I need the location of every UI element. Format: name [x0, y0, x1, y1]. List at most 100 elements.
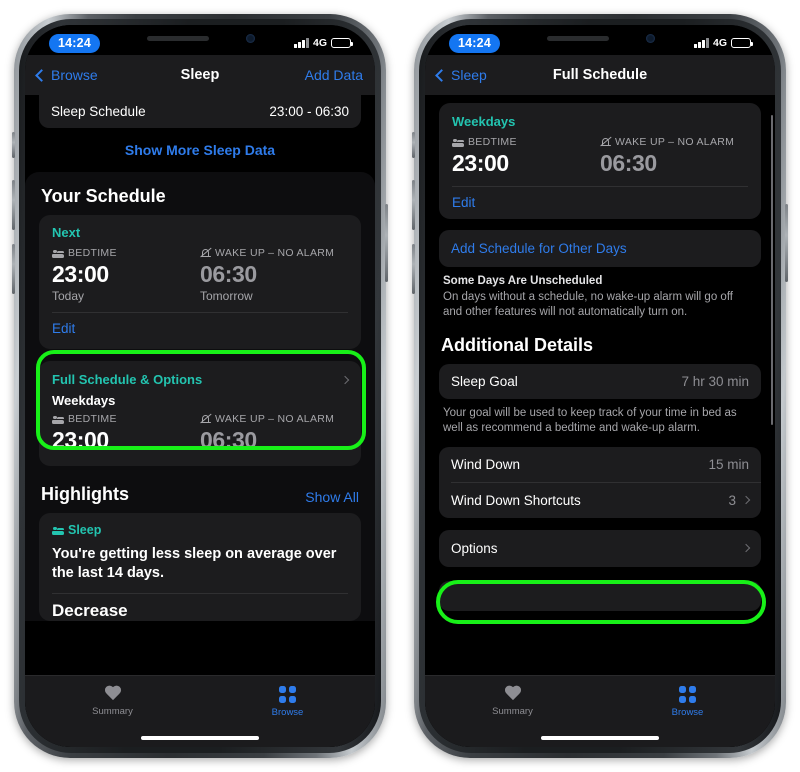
bedtime-caption-row: BEDTIME: [52, 247, 200, 259]
highlight-card[interactable]: Sleep You're getting less sleep on avera…: [39, 513, 361, 622]
fs-bedtime-caption-row: BEDTIME: [52, 413, 200, 425]
wake-sub: Tomorrow: [200, 289, 253, 303]
options-card[interactable]: Options: [439, 529, 761, 567]
home-indicator[interactable]: [141, 735, 259, 740]
back-button-label: Browse: [51, 67, 98, 83]
grid-icon: [279, 686, 296, 703]
wd-bedtime-column: BEDTIME 23:00: [452, 136, 600, 177]
sleep-goal-row[interactable]: Sleep Goal 7 hr 30 min: [439, 364, 761, 399]
add-schedule-card[interactable]: Add Schedule for Other Days: [439, 230, 761, 267]
tab-browse[interactable]: Browse: [600, 686, 775, 718]
chevron-right-icon: [340, 375, 350, 384]
highlight-tag: Sleep: [52, 523, 348, 537]
wd-wake-caption-row: WAKE UP – NO ALARM: [600, 136, 748, 148]
tab-summary-label: Summary: [492, 706, 533, 717]
status-time: 14:24: [449, 33, 500, 53]
unscheduled-note-heading: Some Days Are Unscheduled: [443, 275, 603, 287]
full-schedule-options-card[interactable]: Full Schedule & Options Weekdays BEDTIME: [39, 361, 361, 466]
mute-switch[interactable]: [12, 132, 15, 158]
battery-icon: [731, 37, 753, 49]
notch: [517, 25, 683, 53]
volume-up-button[interactable]: [12, 180, 15, 230]
right-scroll-content[interactable]: Weekdays BEDTIME 23:00 WAKE UP – NO ALAR…: [425, 95, 775, 747]
next-schedule-card[interactable]: Next BEDTIME 23:00 Today WAKE UP – NO AL…: [39, 215, 361, 349]
sleep-schedule-value: 23:00 - 06:30: [269, 104, 349, 119]
left-scroll-content[interactable]: Sleep Schedule 23:00 - 06:30 Show More S…: [25, 95, 375, 747]
next-wake-column: WAKE UP – NO ALARM 06:30 Tomorrow: [200, 247, 348, 303]
fs-wake-caption: WAKE UP – NO ALARM: [215, 413, 335, 425]
bed-icon: [52, 526, 64, 535]
weekdays-times: BEDTIME 23:00 WAKE UP – NO ALARM 06:30: [452, 136, 748, 177]
vertical-scrollbar[interactable]: [770, 115, 773, 425]
highlights-show-all-link[interactable]: Show All: [305, 489, 359, 505]
options-row[interactable]: Options: [439, 530, 761, 567]
sleep-goal-card[interactable]: Sleep Goal 7 hr 30 min: [439, 363, 761, 399]
status-indicators: 4G: [694, 37, 753, 49]
volume-down-button[interactable]: [12, 244, 15, 294]
home-indicator[interactable]: [541, 735, 659, 740]
unscheduled-note-body: On days without a schedule, no wake-up a…: [443, 290, 733, 319]
fs-bedtime-column: BEDTIME 23:00: [52, 413, 200, 454]
weekdays-schedule-card[interactable]: Weekdays BEDTIME 23:00 WAKE UP – NO ALAR…: [439, 103, 761, 219]
weekdays-edit-link[interactable]: Edit: [452, 187, 748, 219]
add-schedule-row[interactable]: Add Schedule for Other Days: [439, 230, 761, 267]
highlight-next-partial: Decrease: [52, 601, 128, 621]
sleep-schedule-row[interactable]: Sleep Schedule 23:00 - 06:30: [39, 95, 361, 128]
wind-down-value: 15 min: [708, 456, 749, 472]
next-edit-link[interactable]: Edit: [52, 313, 348, 345]
tab-summary[interactable]: Summary: [425, 686, 600, 717]
sleep-schedule-row-card[interactable]: Sleep Schedule 23:00 - 06:30: [39, 95, 361, 128]
volume-down-button[interactable]: [412, 244, 415, 294]
bedtime-caption: BEDTIME: [68, 247, 117, 259]
bell-slash-icon: [600, 136, 612, 148]
sleep-goal-note: Your goal will be used to keep track of …: [439, 399, 761, 447]
bedtime-value: 23:00: [52, 261, 109, 287]
bed-icon: [452, 138, 464, 147]
bell-slash-icon: [200, 413, 212, 425]
tab-summary-label: Summary: [92, 706, 133, 717]
fs-wake-caption-row: WAKE UP – NO ALARM: [200, 413, 348, 425]
back-button-label: Sleep: [451, 67, 487, 83]
cellular-signal-icon: [694, 38, 709, 48]
power-button[interactable]: [385, 204, 388, 282]
wind-down-label: Wind Down: [451, 456, 521, 472]
highlight-tag-label: Sleep: [68, 523, 102, 537]
front-camera-icon: [246, 34, 255, 43]
wind-down-row[interactable]: Wind Down 15 min: [439, 447, 761, 482]
full-schedule-options-title: Full Schedule & Options: [52, 372, 203, 387]
volume-up-button[interactable]: [412, 180, 415, 230]
bedtime-sub: Today: [52, 289, 85, 303]
wd-wake-column: WAKE UP – NO ALARM 06:30: [600, 136, 748, 177]
page-title: Full Schedule: [552, 67, 648, 83]
show-more-sleep-data-link[interactable]: Show More Sleep Data: [39, 128, 361, 172]
options-label: Options: [451, 540, 498, 556]
grid-icon: [679, 686, 696, 703]
sleep-goal-label: Sleep Goal: [451, 373, 518, 389]
tab-summary[interactable]: Summary: [25, 686, 200, 717]
wind-down-card[interactable]: Wind Down 15 min Wind Down Shortcuts 3: [439, 446, 761, 518]
heart-icon: [104, 686, 122, 702]
right-phone-device: 14:24 4G Sleep Full Schedule Weekdays BE…: [412, 14, 788, 758]
next-card-partial[interactable]: [439, 580, 761, 611]
fs-wake-column: WAKE UP – NO ALARM 06:30: [200, 413, 348, 454]
wd-wake-value: 06:30: [600, 150, 657, 176]
tab-browse[interactable]: Browse: [200, 686, 375, 718]
chevron-left-icon: [35, 68, 48, 82]
bed-icon: [52, 249, 64, 258]
earpiece-speaker: [547, 36, 609, 41]
sleep-goal-note-body: Your goal will be used to keep track of …: [443, 406, 737, 435]
earpiece-speaker: [147, 36, 209, 41]
page-title: Sleep: [180, 67, 220, 83]
status-time: 14:24: [49, 33, 100, 53]
wind-down-shortcuts-row[interactable]: Wind Down Shortcuts 3: [439, 483, 761, 518]
add-data-button[interactable]: Add Data: [305, 67, 363, 83]
mute-switch[interactable]: [412, 132, 415, 158]
wake-value: 06:30: [200, 261, 257, 287]
right-nav-bar: Sleep Full Schedule: [425, 55, 775, 95]
power-button[interactable]: [785, 204, 788, 282]
cellular-signal-icon: [294, 38, 309, 48]
back-button[interactable]: Browse: [35, 67, 98, 83]
back-button[interactable]: Sleep: [435, 67, 487, 83]
left-phone-bezel: 14:24 4G Browse Sleep Add Data Sleep Sch…: [19, 19, 381, 753]
highlights-title: Highlights: [41, 484, 129, 504]
